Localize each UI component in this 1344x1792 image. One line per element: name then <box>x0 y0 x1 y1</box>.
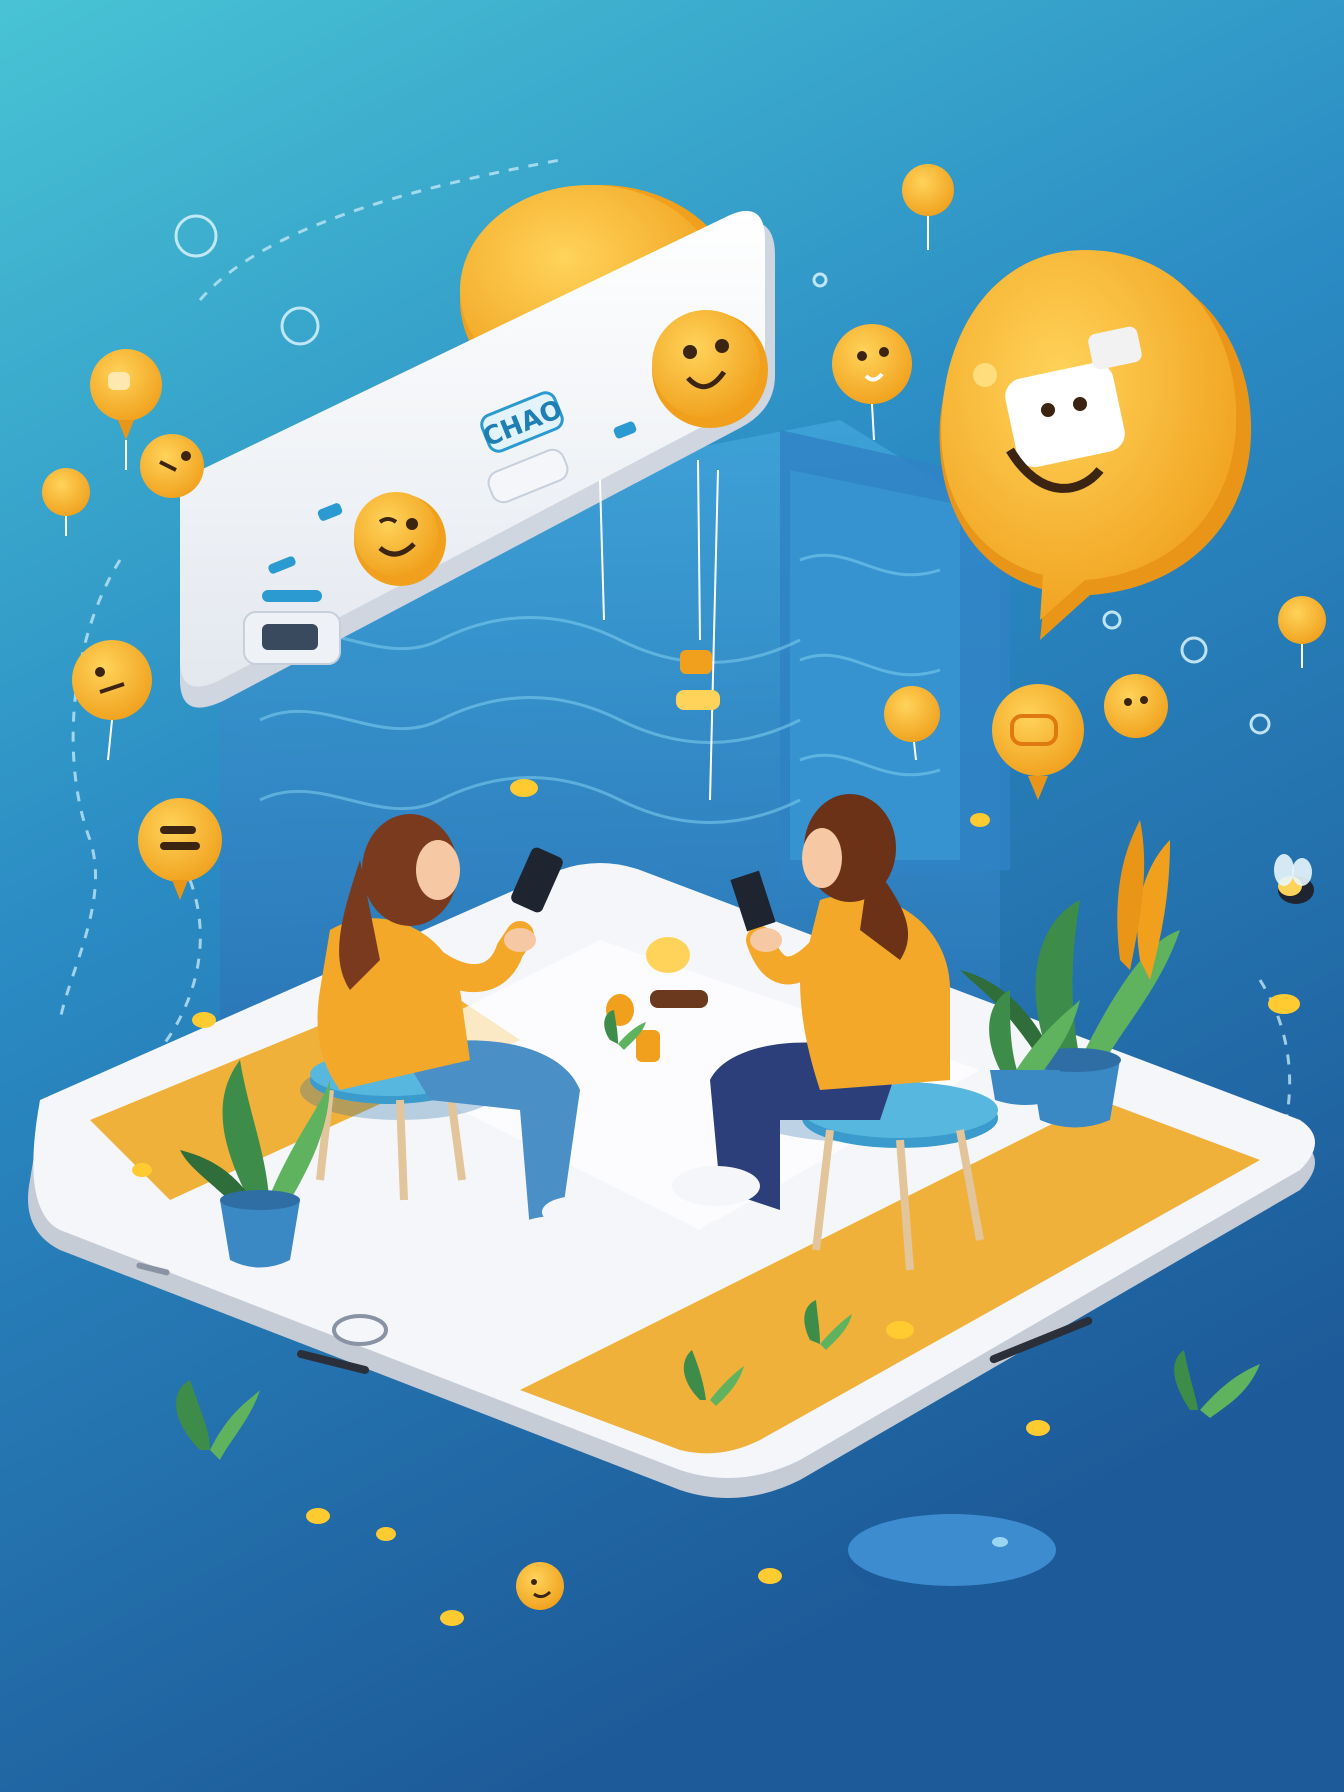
panel-widget-screen <box>262 624 318 650</box>
balloon-emoji-icon <box>516 1562 564 1610</box>
balloon-emoji-icon <box>1104 674 1168 738</box>
isometric-chat-illustration: CHAO <box>0 0 1344 1792</box>
panel-chip <box>262 590 322 602</box>
balloon-emoji-icon <box>140 434 204 498</box>
